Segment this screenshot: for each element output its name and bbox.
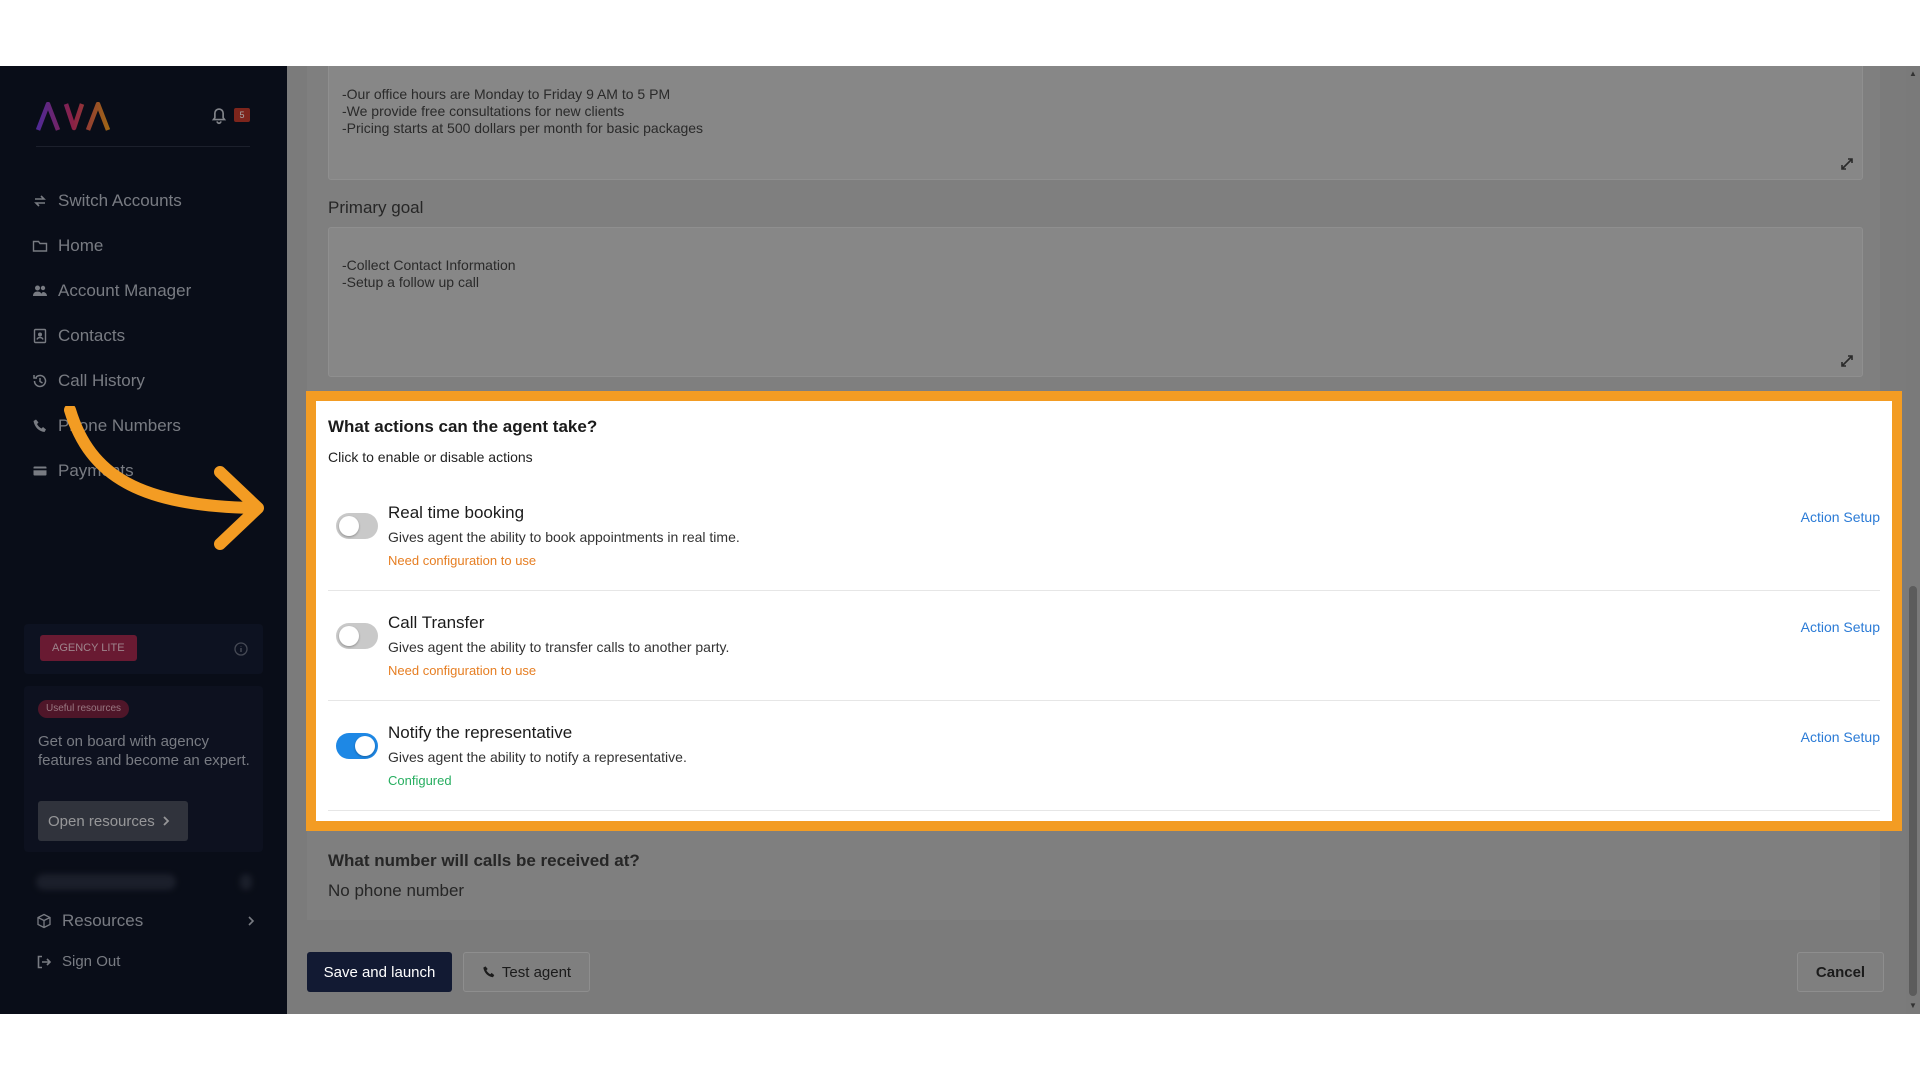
blurred-account-icon xyxy=(240,874,252,890)
folder-icon xyxy=(32,240,48,252)
sidebar-item-contacts[interactable]: Contacts xyxy=(32,313,262,358)
action-setup-link[interactable]: Action Setup xyxy=(1801,729,1880,745)
agent-actions-section: What actions can the agent take? Click t… xyxy=(306,391,1902,831)
sign-out-label: Sign Out xyxy=(62,953,121,970)
info-icon[interactable] xyxy=(233,641,249,657)
phone-icon xyxy=(33,419,46,432)
primary-goal-text: -Collect Contact Information -Setup a fo… xyxy=(342,257,516,290)
expand-icon[interactable] xyxy=(1840,157,1854,171)
card-icon xyxy=(33,466,47,475)
blurred-account-name xyxy=(36,874,176,890)
agency-badge: AGENCY LITE xyxy=(40,635,137,661)
sidebar-item-label: Phone Numbers xyxy=(58,415,181,435)
action-setup-link[interactable]: Action Setup xyxy=(1801,619,1880,635)
action-status: Configured xyxy=(388,773,452,788)
open-resources-label: Open resources xyxy=(48,812,155,830)
action-status: Need configuration to use xyxy=(388,553,537,568)
primary-goal-label: Primary goal xyxy=(328,198,424,217)
phone-icon xyxy=(483,966,495,978)
scroll-up-icon[interactable]: ▲ xyxy=(1909,70,1917,78)
action-row-call-transfer: Call Transfer Gives agent the ability to… xyxy=(328,591,1880,701)
action-status: Need configuration to use xyxy=(388,663,537,678)
test-agent-label: Test agent xyxy=(501,963,572,981)
expand-icon[interactable] xyxy=(1840,354,1854,368)
sign-out-icon xyxy=(37,955,52,968)
chevron-right-icon xyxy=(248,916,255,926)
test-agent-button[interactable]: Test agent xyxy=(463,952,590,992)
toggle-knob xyxy=(339,626,359,646)
sidebar-item-label: Payments xyxy=(58,460,134,480)
action-description: Gives agent the ability to notify a repr… xyxy=(388,749,687,765)
ava-logo xyxy=(36,102,110,131)
sidebar-item-home[interactable]: Home xyxy=(32,223,262,268)
sidebar-nav: Switch Accounts Home Account Manager Con… xyxy=(32,178,262,493)
toggle-knob xyxy=(339,516,359,536)
app-frame: 5 Switch Accounts Home Account Manager C… xyxy=(0,66,1920,1014)
sidebar-item-account-manager[interactable]: Account Manager xyxy=(32,268,262,313)
primary-goal-textarea[interactable]: -Collect Contact Information -Setup a fo… xyxy=(328,227,1863,377)
actions-title: What actions can the agent take? xyxy=(328,417,598,436)
action-title: Notify the representative xyxy=(388,723,573,742)
sidebar-item-label: Call History xyxy=(58,370,145,390)
users-icon xyxy=(33,285,47,296)
switch-icon xyxy=(34,194,46,207)
action-setup-link[interactable]: Action Setup xyxy=(1801,509,1880,525)
sidebar-item-call-history[interactable]: Call History xyxy=(32,358,262,403)
call-transfer-toggle[interactable] xyxy=(336,623,378,649)
notify-representative-toggle[interactable] xyxy=(336,733,378,759)
business-info-text: -Our office hours are Monday to Friday 9… xyxy=(342,86,704,136)
real-time-booking-toggle[interactable] xyxy=(336,513,378,539)
sidebar-item-label: Resources xyxy=(62,911,144,930)
sidebar: 5 Switch Accounts Home Account Manager C… xyxy=(0,66,287,1014)
box-icon xyxy=(37,913,51,929)
history-icon xyxy=(33,374,47,387)
sidebar-item-label: Account Manager xyxy=(58,280,192,300)
sidebar-divider xyxy=(36,146,250,147)
business-info-textarea[interactable]: -Our office hours are Monday to Friday 9… xyxy=(328,66,1863,180)
save-and-launch-button[interactable]: Save and launch xyxy=(307,952,452,992)
sidebar-item-label: Contacts xyxy=(58,325,126,345)
phone-number-value: No phone number xyxy=(328,881,465,900)
resources-badge: Useful resources xyxy=(38,700,130,718)
scroll-down-icon[interactable]: ▼ xyxy=(1909,1002,1917,1010)
sidebar-item-resources[interactable]: Resources xyxy=(36,911,256,931)
notification-badge: 5 xyxy=(234,108,250,122)
contacts-icon xyxy=(33,328,47,343)
chevron-right-icon xyxy=(163,816,170,826)
resources-card: Useful resources Get on board with agenc… xyxy=(24,686,263,852)
scrollbar-thumb[interactable] xyxy=(1909,586,1917,996)
action-row-notify-representative: Notify the representative Gives agent th… xyxy=(328,701,1880,811)
action-description: Gives agent the ability to transfer call… xyxy=(388,639,730,655)
action-title: Call Transfer xyxy=(388,613,485,632)
sidebar-item-phone-numbers[interactable]: Phone Numbers xyxy=(32,403,262,448)
sidebar-item-payments[interactable]: Payments xyxy=(32,448,262,493)
sidebar-item-label: Home xyxy=(58,235,104,255)
action-description: Gives agent the ability to book appointm… xyxy=(388,529,740,545)
resources-text: Get on board with agency features and be… xyxy=(38,733,250,769)
scrollbar[interactable]: ▲ ▼ xyxy=(1906,66,1920,1014)
sidebar-item-label: Switch Accounts xyxy=(58,190,182,210)
actions-subtitle: Click to enable or disable actions xyxy=(328,449,533,465)
bell-icon[interactable] xyxy=(208,104,230,126)
agency-plan-card: AGENCY LITE xyxy=(24,624,263,674)
sign-out-button[interactable]: Sign Out xyxy=(36,953,120,970)
phone-number-label: What number will calls be received at? xyxy=(328,851,640,870)
cancel-button[interactable]: Cancel xyxy=(1797,952,1884,992)
action-row-real-time-booking: Real time booking Gives agent the abilit… xyxy=(328,481,1880,591)
sidebar-item-switch-accounts[interactable]: Switch Accounts xyxy=(32,178,262,223)
open-resources-button[interactable]: Open resources xyxy=(38,801,188,841)
action-title: Real time booking xyxy=(388,503,525,522)
toggle-knob xyxy=(355,736,375,756)
